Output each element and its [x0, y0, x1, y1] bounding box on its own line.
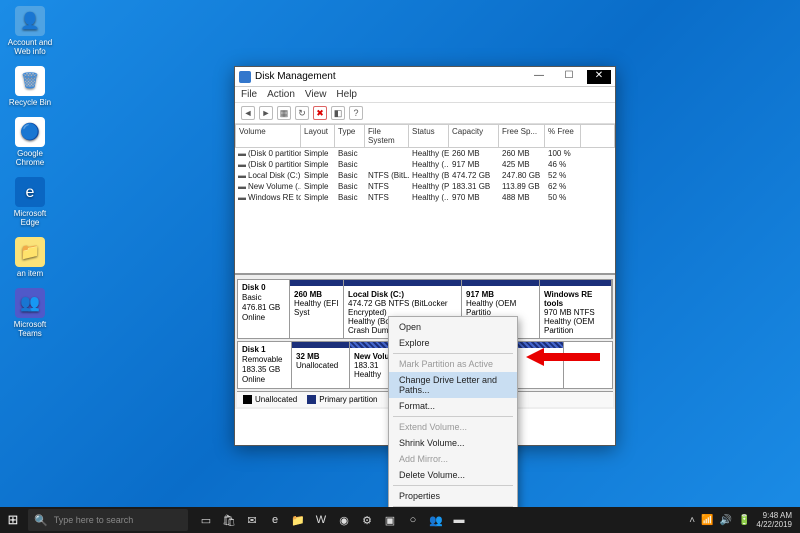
menu-bar: File Action View Help [235, 87, 615, 103]
desktop-icon-label: Microsoft Teams [6, 320, 54, 338]
start-button[interactable]: ⊞ [0, 507, 26, 533]
menu-action[interactable]: Action [267, 89, 295, 100]
teams-icon[interactable]: 👥 [426, 510, 446, 530]
desktop-icon-label: Google Chrome [6, 149, 54, 167]
forward-icon[interactable]: ► [259, 106, 273, 120]
partition[interactable]: Windows RE tools970 MB NTFSHealthy (OEM … [540, 280, 612, 338]
context-menu-item[interactable]: Shrink Volume... [389, 435, 517, 451]
col-free[interactable]: Free Sp... [499, 124, 545, 148]
col-pct[interactable]: % Free [545, 124, 581, 148]
context-menu-item[interactable]: Change Drive Letter and Paths... [389, 372, 517, 398]
delete-icon[interactable]: ✖ [313, 106, 327, 120]
search-box[interactable]: 🔍 Type here to search [28, 509, 188, 531]
desktop-icon-label: Microsoft Edge [6, 209, 54, 227]
properties-icon[interactable]: ◧ [331, 106, 345, 120]
explorer-icon[interactable]: 📁 [288, 510, 308, 530]
clock[interactable]: 9:48 AM 4/22/2019 [756, 511, 792, 529]
desktop-icon[interactable]: 👥Microsoft Teams [6, 288, 54, 338]
legend-primary: Primary partition [319, 395, 377, 404]
toolbar: ◄ ► ▦ ↻ ✖ ◧ ? [235, 103, 615, 124]
desktop-icon-label: Recycle Bin [9, 98, 51, 107]
desktop-icon[interactable]: 🔵Google Chrome [6, 117, 54, 167]
system-tray: ˄ 📶 🔊 🔋 9:48 AM 4/22/2019 [689, 511, 800, 529]
volume-row[interactable]: Windows RE toolsSimpleBasicNTFSHealthy (… [235, 192, 615, 203]
settings-icon[interactable]: ⚙ [357, 510, 377, 530]
volume-icon[interactable]: 🔊 [720, 515, 732, 526]
store-icon[interactable]: 🛍 [219, 510, 239, 530]
app-icon [239, 71, 251, 83]
col-type[interactable]: Type [335, 124, 365, 148]
partition[interactable]: 260 MBHealthy (EFI Syst [290, 280, 344, 338]
context-menu-item: Mark Partition as Active [389, 356, 517, 372]
volume-row[interactable]: New Volume (...SimpleBasicNTFSHealthy (P… [235, 181, 615, 192]
desktop-icon[interactable]: 👤Account and Web info [6, 6, 54, 56]
volume-header-row: Volume Layout Type File System Status Ca… [235, 124, 615, 148]
help-icon[interactable]: ? [349, 106, 363, 120]
volume-list: Volume Layout Type File System Status Ca… [235, 124, 615, 274]
edge-icon[interactable]: e [265, 510, 285, 530]
legend-unallocated: Unallocated [255, 395, 297, 404]
terminal-icon[interactable]: ▣ [380, 510, 400, 530]
minimize-button[interactable]: — [527, 70, 551, 84]
task-view-icon[interactable]: ▭ [196, 510, 216, 530]
col-status[interactable]: Status [409, 124, 449, 148]
context-menu-item[interactable]: Open [389, 319, 517, 335]
mail-icon[interactable]: ✉ [242, 510, 262, 530]
desktop-icon-label: an item [17, 269, 43, 278]
menu-file[interactable]: File [241, 89, 257, 100]
desktop-icon[interactable]: 🗑Recycle Bin [6, 66, 54, 107]
window-title: Disk Management [255, 71, 527, 82]
close-button[interactable]: ✕ [587, 70, 611, 84]
menu-help[interactable]: Help [336, 89, 357, 100]
disk-mgmt-icon[interactable]: ▬ [449, 510, 469, 530]
menu-view[interactable]: View [305, 89, 327, 100]
taskbar-apps: ▭ 🛍 ✉ e 📁 W ◉ ⚙ ▣ ○ 👥 ▬ [196, 510, 469, 530]
views-icon[interactable]: ▦ [277, 106, 291, 120]
word-icon[interactable]: W [311, 510, 331, 530]
refresh-icon[interactable]: ↻ [295, 106, 309, 120]
battery-icon[interactable]: 🔋 [738, 515, 750, 526]
disk1-label[interactable]: Disk 1 Removable 183.35 GB Online [238, 342, 292, 388]
context-menu-item: Add Mirror... [389, 451, 517, 467]
tray-up-icon[interactable]: ˄ [689, 515, 695, 526]
volume-row[interactable]: (Disk 0 partition 1)SimpleBasicHealthy (… [235, 148, 615, 159]
partition[interactable]: 32 MBUnallocated [292, 342, 350, 388]
context-menu: OpenExplore Mark Partition as ActiveChang… [388, 316, 518, 528]
context-menu-item[interactable]: Delete Volume... [389, 467, 517, 483]
col-volume[interactable]: Volume [235, 124, 301, 148]
col-fs[interactable]: File System [365, 124, 409, 148]
xbox-icon[interactable]: ◉ [334, 510, 354, 530]
cortana-icon[interactable]: ○ [403, 510, 423, 530]
back-icon[interactable]: ◄ [241, 106, 255, 120]
context-menu-item: Extend Volume... [389, 419, 517, 435]
context-menu-item[interactable]: Format... [389, 398, 517, 414]
network-icon[interactable]: 📶 [701, 515, 713, 526]
desktop-icons: 👤Account and Web info 🗑Recycle Bin 🔵Goog… [6, 6, 66, 348]
context-menu-item[interactable]: Explore [389, 335, 517, 351]
col-capacity[interactable]: Capacity [449, 124, 499, 148]
volume-row[interactable]: (Disk 0 partition 4)SimpleBasicHealthy (… [235, 159, 615, 170]
disk0-label[interactable]: Disk 0 Basic 476.81 GB Online [238, 280, 290, 338]
maximize-button[interactable]: ☐ [557, 70, 581, 84]
col-layout[interactable]: Layout [301, 124, 335, 148]
desktop-icon[interactable]: eMicrosoft Edge [6, 177, 54, 227]
desktop-icon[interactable]: 📁an item [6, 237, 54, 278]
taskbar: ⊞ 🔍 Type here to search ▭ 🛍 ✉ e 📁 W ◉ ⚙ … [0, 507, 800, 533]
desktop-icon-label: Account and Web info [6, 38, 54, 56]
volume-row[interactable]: Local Disk (C:)SimpleBasicNTFS (BitL...H… [235, 170, 615, 181]
search-placeholder: Type here to search [54, 515, 134, 525]
title-bar[interactable]: Disk Management — ☐ ✕ [235, 67, 615, 87]
context-menu-item[interactable]: Properties [389, 488, 517, 504]
annotation-arrow [526, 348, 606, 366]
search-icon: 🔍 [34, 514, 48, 527]
